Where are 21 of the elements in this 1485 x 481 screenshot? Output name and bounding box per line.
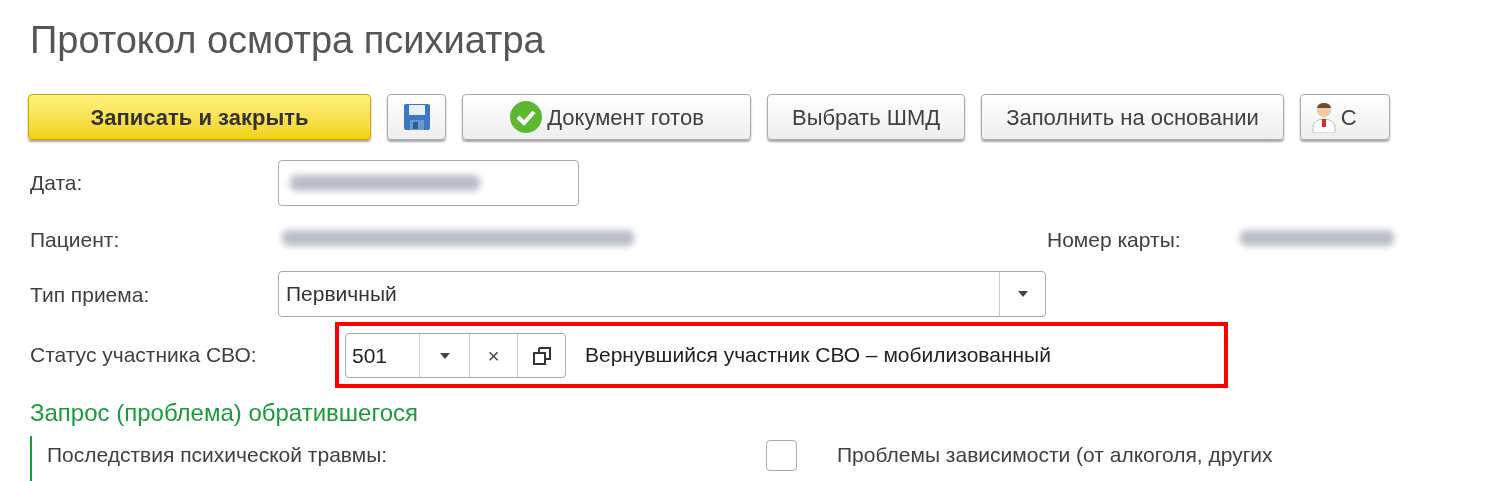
doctor-icon — [1310, 101, 1337, 133]
toolbar-button[interactable]: Заполнить на основании — [981, 94, 1284, 140]
section-title: Запрос (проблема) обратившегося — [30, 399, 418, 427]
dropdown-arrow-icon[interactable] — [1017, 291, 1028, 297]
checkbox[interactable] — [766, 440, 797, 471]
check-icon — [509, 100, 544, 134]
toolbar-button[interactable]: С — [1299, 94, 1390, 140]
field-label: Последствия психической травмы: — [47, 443, 388, 467]
field-label: Номер карты: — [1047, 228, 1181, 252]
page-title: Протокол осмотра психиатра — [30, 18, 545, 63]
visit-type-dropdown[interactable]: Первичный — [278, 271, 1046, 317]
document-ready-button[interactable]: Документ готов — [462, 94, 751, 140]
field-label: Дата: — [30, 171, 83, 195]
field-label: Проблемы зависимости (от алкоголя, других — [837, 443, 1273, 467]
field-label: Тип приема: — [30, 283, 150, 307]
save-button[interactable] — [387, 94, 446, 140]
field-label: Статус участника СВО: — [30, 343, 257, 367]
save-and-close-button[interactable]: Записать и закрыть — [28, 94, 371, 140]
field-label: Вернувшийся участник СВО – мобилизованный — [585, 343, 1051, 367]
toolbar-button[interactable]: Выбрать ШМД — [767, 94, 966, 140]
field-label: Пациент: — [30, 228, 120, 252]
